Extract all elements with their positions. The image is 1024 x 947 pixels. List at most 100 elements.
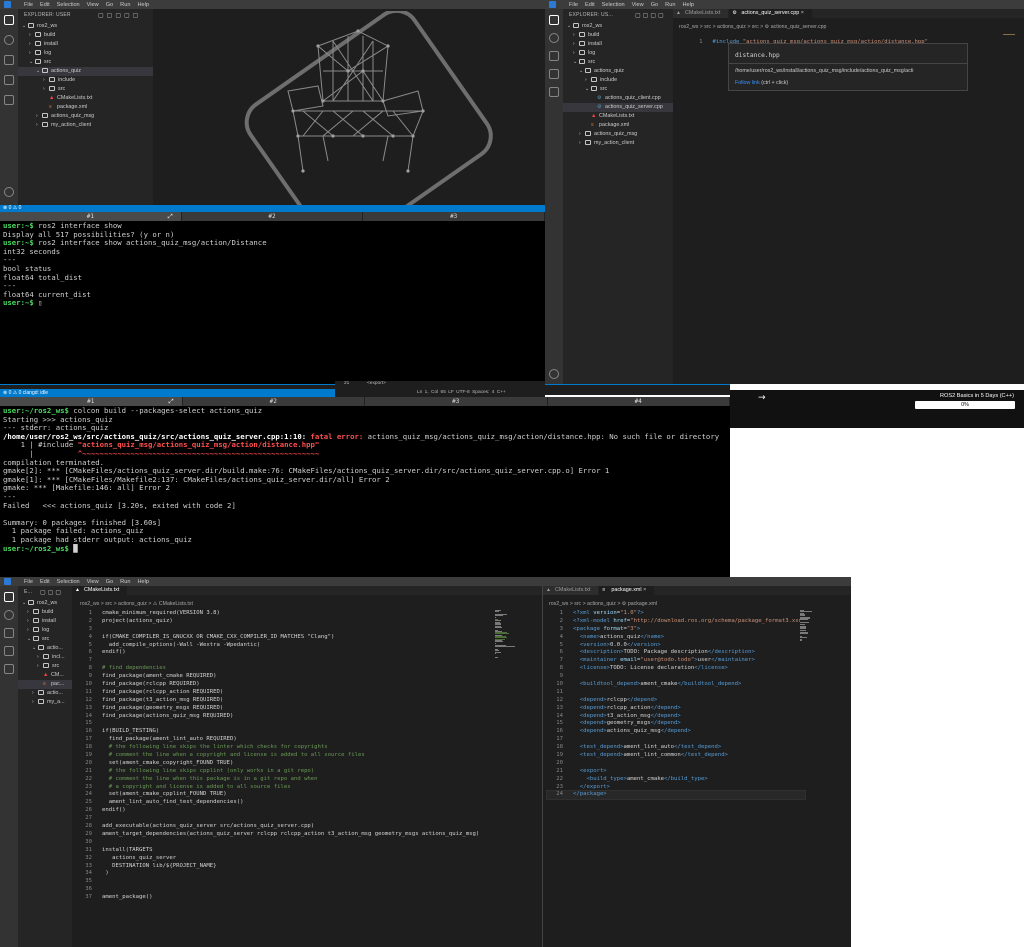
tree-item-my-a-[interactable]: › my_a... <box>18 698 72 707</box>
tree-item-include[interactable]: › include <box>563 76 673 85</box>
terminal-tab-3[interactable]: #3 <box>365 397 548 406</box>
menu-item-view[interactable]: View <box>87 579 99 585</box>
xml-breadcrumb[interactable]: ros2_ws > src > actions_quiz > ⚙ package… <box>549 601 657 607</box>
extensions-icon[interactable] <box>549 87 559 97</box>
explorer-icon[interactable] <box>4 592 14 602</box>
tree-item-build[interactable]: › build <box>18 31 153 40</box>
menu-item-go[interactable]: Go <box>106 579 113 585</box>
menu-item-file[interactable]: File <box>569 2 578 8</box>
source-control-icon[interactable] <box>549 51 559 61</box>
tree-item-log[interactable]: › log <box>563 49 673 58</box>
tab-actions-quiz-server-cpp[interactable]: ⚙ actions_quiz_server.cpp × <box>729 9 813 18</box>
tree-item-pac-[interactable]: ≡ pac... <box>18 680 72 689</box>
terminal-tab-2[interactable]: #2 <box>182 212 364 221</box>
xml-minimap[interactable] <box>800 610 824 650</box>
menu-item-edit[interactable]: Edit <box>40 2 50 8</box>
breadcrumb[interactable]: ros2_ws > src > actions_quiz > src > ⚙ a… <box>679 24 826 30</box>
tree-item-src[interactable]: ⌄ src <box>563 58 673 67</box>
tree-item-package-xml[interactable]: ≡ package.xml <box>18 103 153 112</box>
menu-item-view[interactable]: View <box>632 2 644 8</box>
follow-link[interactable]: Follow link <box>735 80 760 86</box>
search-icon[interactable] <box>549 33 559 43</box>
search-icon[interactable] <box>4 35 14 45</box>
editor-split-divider[interactable] <box>542 586 543 947</box>
source-control-icon[interactable] <box>4 55 14 65</box>
status-item[interactable]: Ln 1, Col 65 <box>417 390 448 395</box>
tree-item-package-xml[interactable]: ≡ package.xml <box>563 121 673 130</box>
terminal-panel-1[interactable]: #1 ⤢ #2 #3 user:~$ ros2 interface show Displ… <box>0 212 545 384</box>
tree-item-cmakelists-txt[interactable]: ▲ CMakeLists.txt <box>563 112 673 121</box>
tree-item-actions-quiz[interactable]: ⌄ actions_quiz <box>563 67 673 76</box>
menu-item-selection[interactable]: Selection <box>602 2 625 8</box>
tree-item-install[interactable]: › install <box>18 40 153 49</box>
cmake-minimap[interactable] <box>495 610 515 660</box>
tree-item-log[interactable]: › log <box>18 626 72 635</box>
terminal-tab-1[interactable]: #1 ⤢ <box>0 397 183 406</box>
status-item[interactable]: LF <box>448 390 456 395</box>
close-icon[interactable]: × <box>642 587 646 593</box>
explorer-toolbar-icons[interactable]: ▢▢▢▢ <box>635 12 666 19</box>
tree-item-my-action-client[interactable]: › my_action_client <box>563 139 673 148</box>
tab-package-xml[interactable]: ≡ package.xml × <box>599 586 656 595</box>
close-icon[interactable]: × <box>799 10 804 16</box>
terminal-tab-1[interactable]: #1 ⤢ <box>0 212 182 221</box>
tab-cmakelists-txt[interactable]: ▲ CMakeLists.txt <box>673 9 730 18</box>
tree-item-actions-quiz-server-cpp[interactable]: ⚙ actions_quiz_server.cpp <box>563 103 673 112</box>
terminal-tab-2[interactable]: #2 <box>183 397 365 406</box>
tree-item-my-action-client[interactable]: › my_action_client <box>18 121 153 130</box>
menu-item-file[interactable]: File <box>24 2 33 8</box>
minimap[interactable] <box>1003 33 1017 37</box>
tree-item-src[interactable]: ⌄ src <box>18 635 72 644</box>
maximize-icon[interactable]: ⤢ <box>169 397 174 406</box>
tree-item-ros2-ws[interactable]: ⌄ ros2_ws <box>563 22 673 31</box>
problems-count[interactable]: ⊗ 0 ⚠ 0 <box>3 205 21 211</box>
explorer-toolbar-icons[interactable]: ▢▢▢ <box>40 589 63 596</box>
tab-cmakelists-txt[interactable]: ▲ CMakeLists.txt <box>543 586 600 595</box>
tree-item-src[interactable]: › src <box>18 85 153 94</box>
explorer-icon[interactable] <box>549 15 559 25</box>
tree-item-ros2-ws[interactable]: ⌄ ros2_ws <box>18 22 153 31</box>
tree-item-log[interactable]: › log <box>18 49 153 58</box>
terminal-tab-3[interactable]: #3 <box>363 212 545 221</box>
cmake-code[interactable]: 1 cmake_minimum_required(VERSION 3.8) 2 pro… <box>76 610 479 902</box>
terminal-panel-2[interactable]: #1 ⤢ #2 #3 #4 user:~/ros2_ws$ colcon build -… <box>0 397 730 577</box>
tree-item-src[interactable]: ⌄ src <box>563 85 673 94</box>
menu-item-help[interactable]: Help <box>682 2 694 8</box>
extensions-icon[interactable] <box>4 95 14 105</box>
menu-item-edit[interactable]: Edit <box>585 2 595 8</box>
tree-item-src[interactable]: ⌄ src <box>18 58 153 67</box>
tree-item-actions-quiz-msg[interactable]: › actions_quiz_msg <box>18 112 153 121</box>
next-arrow-icon[interactable]: → <box>758 393 766 403</box>
cmake-breadcrumb[interactable]: ros2_ws > src > actions_quiz > ⚠ CMakeLi… <box>80 601 193 607</box>
tree-item-build[interactable]: › build <box>18 608 72 617</box>
status-item[interactable]: UTF-8 <box>456 390 472 395</box>
search-icon[interactable] <box>4 610 14 620</box>
maximize-icon[interactable]: ⤢ <box>168 212 173 221</box>
menu-item-run[interactable]: Run <box>665 2 675 8</box>
tree-item-actio-[interactable]: › actio... <box>18 689 72 698</box>
status-item[interactable]: C++ <box>497 390 506 395</box>
settings-gear-icon[interactable] <box>4 187 14 197</box>
menu-item-selection[interactable]: Selection <box>57 2 80 8</box>
explorer-toolbar-icons[interactable]: ▢▢▢▢▢ <box>98 12 141 19</box>
menu-item-go[interactable]: Go <box>651 2 658 8</box>
menu-item-selection[interactable]: Selection <box>57 579 80 585</box>
tree-item-actions-quiz-msg[interactable]: › actions_quiz_msg <box>563 130 673 139</box>
menu-item-view[interactable]: View <box>87 2 99 8</box>
tree-item-cm-[interactable]: ▲ CM... <box>18 671 72 680</box>
menu-item-help[interactable]: Help <box>137 579 149 585</box>
run-debug-icon[interactable] <box>4 646 14 656</box>
run-debug-icon[interactable] <box>549 69 559 79</box>
tree-item-ros2-ws[interactable]: ⌄ ros2_ws <box>18 599 72 608</box>
tree-item-actio-[interactable]: ⌄ actio... <box>18 644 72 653</box>
tree-item-src[interactable]: › src <box>18 662 72 671</box>
settings-gear-icon[interactable] <box>549 369 559 379</box>
tree-item-install[interactable]: › install <box>563 40 673 49</box>
status-items[interactable]: Ln 1, Col 65 LF UTF-8 Spaces: 4 C++ <box>417 390 506 395</box>
tree-item-incl-[interactable]: › incl... <box>18 653 72 662</box>
menu-item-run[interactable]: Run <box>120 579 130 585</box>
tree-item-actions-quiz-client-cpp[interactable]: ⚙ actions_quiz_client.cpp <box>563 94 673 103</box>
tree-item-build[interactable]: › build <box>563 31 673 40</box>
extensions-icon[interactable] <box>4 664 14 674</box>
terminal-tab-4[interactable]: #4 <box>548 397 730 406</box>
